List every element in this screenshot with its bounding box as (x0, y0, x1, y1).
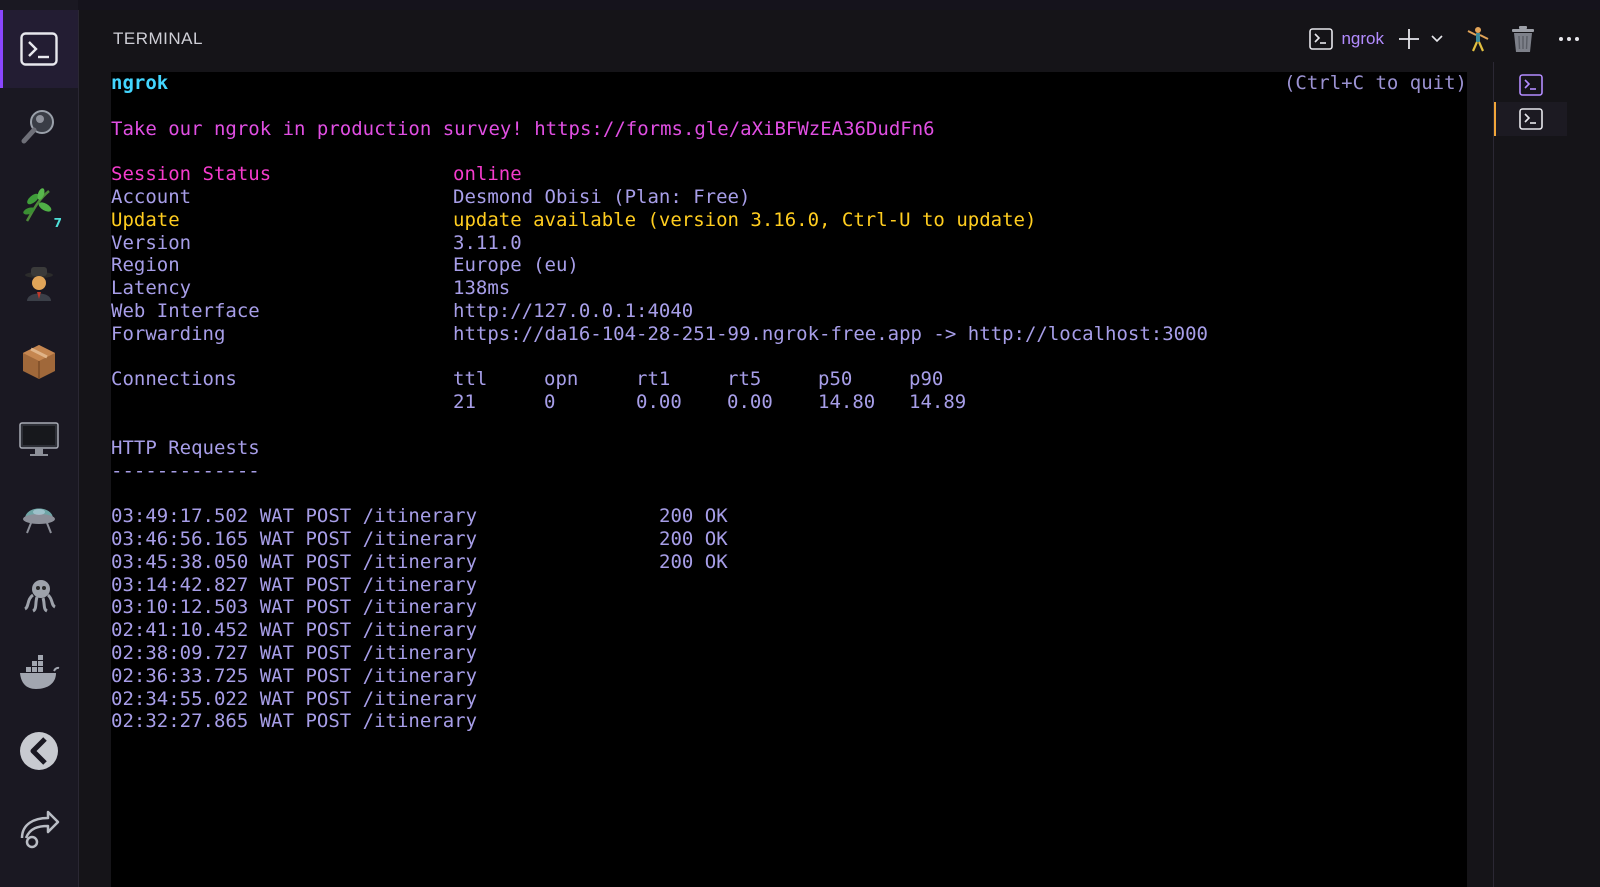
terminal-output[interactable]: ngrok (Ctrl+C to quit) Take our ngrok in… (111, 72, 1467, 887)
panel-header: TERMINAL ngrok (79, 10, 1600, 72)
http-requests-divider: ------------- (111, 459, 260, 482)
active-terminal-selector[interactable]: ngrok (1305, 28, 1388, 50)
terminal-tab-1[interactable] (1495, 68, 1567, 102)
version-label: Version (111, 231, 192, 254)
account-label: Account (111, 186, 192, 208)
activity-docker[interactable] (0, 634, 78, 712)
new-terminal-button[interactable] (1398, 24, 1420, 54)
forwarding-value: https://da16-104-28-251-99.ngrok-free.ap… (453, 322, 1208, 345)
update-value: update available (version 3.16.0, Ctrl-U… (453, 208, 1037, 231)
region-value: Europe (eu) (453, 254, 579, 277)
octopus-icon (18, 574, 60, 616)
conn-header-p50: p50 (818, 368, 853, 391)
split-terminal-button[interactable] (1464, 24, 1492, 54)
activity-packages[interactable] (0, 322, 78, 400)
terminal-icon (1519, 74, 1543, 96)
monitor-icon (18, 418, 60, 460)
terminal-icon (1519, 108, 1543, 130)
conn-header-rt5: rt5 (727, 368, 762, 391)
app-name: ngrok (111, 72, 169, 94)
request-line: 02:41:10.452 WAT POST /itinerary (111, 619, 478, 642)
kill-terminal-button[interactable] (1510, 24, 1536, 54)
request-line: 03:10:12.503 WAT POST /itinerary (111, 596, 478, 619)
latency-label: Latency (111, 277, 192, 300)
latency-value: 138ms (453, 277, 511, 300)
connections-label: Connections (111, 368, 237, 391)
new-terminal-icon (1399, 29, 1419, 49)
conn-value-rt1: 0.00 (636, 391, 682, 414)
update-label: Update (111, 208, 180, 231)
quit-hint: (Ctrl+C to quit) (1283, 72, 1467, 94)
web-interface-value: http://127.0.0.1:4040 (453, 300, 694, 322)
request-status: 200 OK (659, 505, 728, 528)
session-status-value: online (453, 163, 522, 186)
activity-remote[interactable] (0, 400, 78, 478)
activity-kubernetes[interactable] (0, 712, 78, 790)
active-terminal-label: ngrok (1341, 29, 1384, 48)
request-line: 02:38:09.727 WAT POST /itinerary (111, 642, 478, 664)
kubernetes-icon (18, 730, 60, 772)
terminal-icon (18, 28, 60, 70)
terminal-profiles-dropdown[interactable] (1430, 24, 1444, 54)
panel-actions: ngrok (1305, 24, 1580, 54)
more-actions-button[interactable] (1558, 24, 1580, 54)
region-label: Region (111, 254, 180, 277)
terminal-list (1493, 62, 1600, 887)
terminal-icon (1309, 28, 1334, 50)
terminal-tab-2[interactable] (1494, 102, 1567, 136)
terminal-panel: TERMINAL ngrok ngrok (Ctrl+C to quit) Ta… (79, 10, 1600, 887)
trash-icon (1512, 26, 1534, 52)
activity-live-share[interactable] (0, 790, 78, 868)
request-line: 03:45:38.050 WAT POST /itinerary (111, 550, 478, 573)
panel-title[interactable]: TERMINAL (113, 29, 203, 49)
request-line: 02:32:27.865 WAT POST /itinerary (111, 710, 478, 733)
activity-bar: 7 (0, 0, 79, 887)
more-icon (1559, 37, 1579, 41)
split-terminal-icon (1467, 27, 1489, 52)
docker-icon (18, 652, 60, 694)
package-icon (18, 340, 60, 382)
remote-explorer-icon (18, 496, 60, 538)
web-interface-label: Web Interface (111, 300, 260, 322)
request-line: 02:36:33.725 WAT POST /itinerary (111, 664, 478, 687)
http-requests-label: HTTP Requests (111, 436, 260, 459)
conn-value-p90: 14.89 (909, 391, 967, 414)
chevron-down-icon (1431, 35, 1443, 43)
conn-value-opn: 0 (544, 391, 556, 414)
activity-remote-explorer[interactable] (0, 478, 78, 556)
request-status: 200 OK (659, 550, 728, 573)
activity-octopus[interactable] (0, 556, 78, 634)
activity-spy[interactable] (0, 244, 78, 322)
conn-header-rt1: rt1 (636, 368, 671, 391)
request-line: 03:49:17.502 WAT POST /itinerary (111, 505, 478, 528)
version-value: 3.11.0 (453, 231, 522, 254)
live-share-icon (18, 808, 60, 850)
conn-header-p90: p90 (909, 368, 944, 391)
request-line: 03:14:42.827 WAT POST /itinerary (111, 573, 478, 596)
source-control-badge: 7 (53, 216, 62, 230)
conn-header-opn: opn (544, 368, 579, 391)
request-line: 02:34:55.022 WAT POST /itinerary (111, 687, 478, 710)
search-icon (18, 106, 60, 148)
spy-icon (18, 262, 60, 304)
request-status: 200 OK (659, 528, 728, 550)
title-strip (78, 0, 1600, 10)
account-value: Desmond Obisi (Plan: Free) (453, 186, 751, 208)
request-line: 03:46:56.165 WAT POST /itinerary (111, 528, 478, 550)
conn-value-rt5: 0.00 (727, 391, 773, 414)
git-branch-icon: 7 (18, 184, 62, 230)
conn-header-ttl: ttl (453, 368, 488, 391)
activity-terminal[interactable] (0, 10, 78, 88)
session-status-label: Session Status (111, 163, 272, 186)
forwarding-label: Forwarding (111, 322, 226, 345)
survey-line: Take our ngrok in production survey! htt… (111, 117, 935, 140)
conn-value-ttl: 21 (453, 391, 476, 414)
conn-value-p50: 14.80 (818, 391, 876, 414)
activity-search[interactable] (0, 88, 78, 166)
activity-source-control[interactable]: 7 (0, 166, 78, 244)
